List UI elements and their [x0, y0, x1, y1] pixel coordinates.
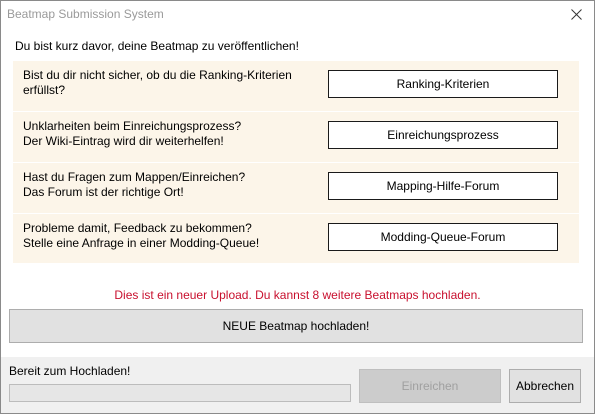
- new-beatmap-upload-button[interactable]: NEUE Beatmap hochladen!: [9, 309, 583, 343]
- cancel-button[interactable]: Abbrechen: [509, 369, 581, 403]
- intro-text: Du bist kurz davor, deine Beatmap zu ver…: [15, 39, 299, 53]
- title-bar[interactable]: Beatmap Submission System: [1, 1, 594, 29]
- help-row-description: Unklarheiten beim Einreichungsprozess? D…: [23, 119, 323, 149]
- close-button[interactable]: [560, 1, 594, 29]
- submission-process-button[interactable]: Einreichungsprozess: [328, 121, 558, 149]
- submit-button[interactable]: Einreichen: [359, 369, 501, 403]
- help-row-submission: Unklarheiten beim Einreichungsprozess? D…: [13, 112, 579, 162]
- help-row-line: Unklarheiten beim Einreichungsprozess?: [23, 119, 242, 133]
- help-row-line: erfüllst?: [23, 83, 66, 97]
- submission-window: Beatmap Submission System Du bist kurz d…: [0, 0, 595, 414]
- footer-bar: Bereit zum Hochladen! Einreichen Abbrech…: [1, 357, 594, 413]
- help-row-mapping: Hast du Fragen zum Mappen/Einreichen? Da…: [13, 163, 579, 213]
- help-row-line: Probleme damit, Feedback zu bekommen?: [23, 221, 252, 235]
- ranking-criteria-button[interactable]: Ranking-Kriterien: [328, 70, 558, 98]
- help-row-description: Hast du Fragen zum Mappen/Einreichen? Da…: [23, 170, 323, 200]
- upload-status-message: Dies ist ein neuer Upload. Du kannst 8 w…: [114, 288, 481, 302]
- close-icon: [571, 9, 582, 20]
- help-row-description: Probleme damit, Feedback zu bekommen? St…: [23, 221, 323, 251]
- help-row-modding: Probleme damit, Feedback zu bekommen? St…: [13, 214, 579, 264]
- upload-state-label: Bereit zum Hochladen!: [9, 364, 131, 378]
- mapping-help-forum-button[interactable]: Mapping-Hilfe-Forum: [328, 172, 558, 200]
- window-title: Beatmap Submission System: [7, 7, 164, 21]
- modding-queue-forum-button[interactable]: Modding-Queue-Forum: [328, 223, 558, 251]
- help-row-description: Bist du dir nicht sicher, ob du die Rank…: [23, 68, 323, 98]
- upload-progress-bar: [9, 384, 351, 402]
- help-row-line: Der Wiki-Eintrag wird dir weiterhelfen!: [23, 134, 224, 148]
- help-row-line: Hast du Fragen zum Mappen/Einreichen?: [23, 170, 246, 184]
- help-links-panel: Bist du dir nicht sicher, ob du die Rank…: [13, 61, 579, 263]
- help-row-line: Stelle eine Anfrage in einer Modding-Que…: [23, 236, 260, 250]
- help-row-line: Das Forum ist der richtige Ort!: [23, 185, 184, 199]
- help-row-ranking: Bist du dir nicht sicher, ob du die Rank…: [13, 61, 579, 111]
- help-row-line: Bist du dir nicht sicher, ob du die Rank…: [23, 68, 292, 82]
